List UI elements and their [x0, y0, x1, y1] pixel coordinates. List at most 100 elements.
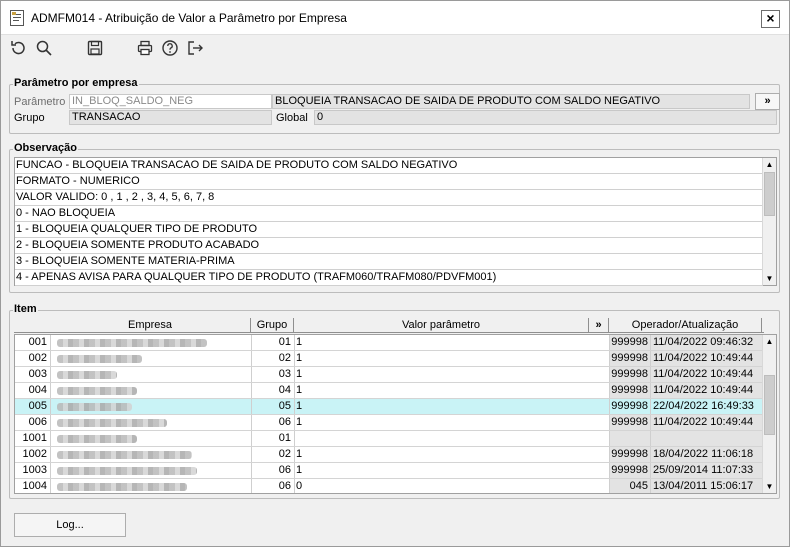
- document-icon: [10, 10, 24, 26]
- cell-operador: 999998: [610, 335, 651, 350]
- undo-icon[interactable]: [9, 39, 27, 57]
- table-row[interactable]: 003 03 1 999998 11/04/2022 10:49:44: [15, 367, 763, 383]
- table-row[interactable]: 1004 06 0 045 13/04/2011 15:06:17: [15, 479, 763, 493]
- search-icon[interactable]: [35, 39, 53, 57]
- cell-grupo: 06: [252, 415, 295, 430]
- table-row[interactable]: 1003 06 1 999998 25/09/2014 11:07:33: [15, 463, 763, 479]
- table-row[interactable]: 006 06 1 999998 11/04/2022 10:49:44: [15, 415, 763, 431]
- scroll-up-icon[interactable]: ▲: [763, 335, 776, 348]
- cell-operador: 999998: [610, 463, 651, 478]
- grupo-field: TRANSACAO: [69, 110, 272, 125]
- cell-data: 11/04/2022 10:49:44: [651, 367, 763, 382]
- column-operador[interactable]: Operador/Atualização: [609, 318, 762, 333]
- observacao-line: FUNCAO - BLOQUEIA TRANSACAO DE SAIDA DE …: [15, 158, 763, 174]
- save-icon[interactable]: [86, 39, 104, 57]
- print-icon[interactable]: [136, 39, 154, 57]
- grupo-label: Grupo: [14, 112, 45, 124]
- log-button[interactable]: Log...: [14, 513, 126, 537]
- observacao-line: 2 - BLOQUEIA SOMENTE PRODUTO ACABADO: [15, 238, 763, 254]
- observacao-legend: Observação: [13, 142, 78, 154]
- cell-operador: 999998: [610, 415, 651, 430]
- cell-code: 001: [15, 335, 51, 350]
- table-row[interactable]: 004 04 1 999998 11/04/2022 10:49:44: [15, 383, 763, 399]
- cell-operador: 999998: [610, 383, 651, 398]
- cell-code: 005: [15, 399, 51, 414]
- cell-grupo: 06: [252, 479, 295, 493]
- cell-data: 13/04/2011 15:06:17: [651, 479, 763, 493]
- cell-data: 11/04/2022 10:49:44: [651, 383, 763, 398]
- cell-operador: 045: [610, 479, 651, 493]
- global-label: Global: [276, 112, 308, 124]
- cell-valor[interactable]: 1: [295, 367, 610, 382]
- cell-data: 25/09/2014 11:07:33: [651, 463, 763, 478]
- cell-code: 1002: [15, 447, 51, 462]
- table-row-selected[interactable]: 005 05 1 999998 22/04/2022 16:49:33: [15, 399, 763, 415]
- grid-header: Empresa Grupo Valor parâmetro » Operador…: [14, 318, 764, 333]
- scroll-down-icon[interactable]: ▼: [763, 272, 776, 285]
- table-row[interactable]: 002 02 1 999998 11/04/2022 10:49:44: [15, 351, 763, 367]
- observacao-line: 3 - BLOQUEIA SOMENTE MATERIA-PRIMA: [15, 254, 763, 270]
- cell-empresa-redacted: [51, 335, 252, 350]
- cell-valor[interactable]: 1: [295, 415, 610, 430]
- cell-valor[interactable]: 1: [295, 351, 610, 366]
- cell-code: 004: [15, 383, 51, 398]
- parametro-more-button[interactable]: »: [755, 93, 780, 110]
- cell-data: [651, 431, 763, 446]
- exit-icon[interactable]: [186, 39, 204, 57]
- cell-operador: 999998: [610, 399, 651, 414]
- cell-data: 18/04/2022 11:06:18: [651, 447, 763, 462]
- cell-operador: 999998: [610, 351, 651, 366]
- cell-valor[interactable]: 1: [295, 447, 610, 462]
- observacao-line: 4 - APENAS AVISA PARA QUALQUER TIPO DE P…: [15, 270, 763, 286]
- cell-empresa-redacted: [51, 367, 252, 382]
- main-window: ADMFM014 - Atribuição de Valor a Parâmet…: [0, 0, 790, 547]
- item-scrollbar[interactable]: ▲ ▼: [762, 335, 776, 493]
- cell-operador: [610, 431, 651, 446]
- cell-code: 1003: [15, 463, 51, 478]
- scroll-down-icon[interactable]: ▼: [763, 480, 776, 493]
- scroll-up-icon[interactable]: ▲: [763, 158, 776, 171]
- cell-data: 11/04/2022 09:46:32: [651, 335, 763, 350]
- cell-valor[interactable]: 1: [295, 463, 610, 478]
- cell-operador: 999998: [610, 447, 651, 462]
- table-row[interactable]: 1001 01: [15, 431, 763, 447]
- cell-grupo: 01: [252, 431, 295, 446]
- cell-empresa-redacted: [51, 447, 252, 462]
- column-valor[interactable]: Valor parâmetro: [294, 318, 589, 333]
- cell-valor[interactable]: 1: [295, 383, 610, 398]
- cell-valor[interactable]: 0: [295, 479, 610, 493]
- cell-grupo: 06: [252, 463, 295, 478]
- observacao-scrollbar[interactable]: ▲ ▼: [762, 158, 776, 285]
- cell-grupo: 03: [252, 367, 295, 382]
- table-row[interactable]: 1002 02 1 999998 18/04/2022 11:06:18: [15, 447, 763, 463]
- parametro-field[interactable]: IN_BLOQ_SALDO_NEG: [69, 94, 272, 109]
- column-more-button[interactable]: »: [589, 318, 609, 333]
- observacao-line: 1 - BLOQUEIA QUALQUER TIPO DE PRODUTO: [15, 222, 763, 238]
- column-grupo[interactable]: Grupo: [251, 318, 294, 333]
- parametro-description-field: BLOQUEIA TRANSACAO DE SAIDA DE PRODUTO C…: [272, 94, 750, 109]
- column-empresa[interactable]: Empresa: [50, 318, 251, 333]
- cell-valor[interactable]: 1: [295, 399, 610, 414]
- cell-code: 002: [15, 351, 51, 366]
- table-row[interactable]: 001 01 1 999998 11/04/2022 09:46:32: [15, 335, 763, 351]
- cell-valor[interactable]: 1: [295, 335, 610, 350]
- scroll-thumb[interactable]: [764, 172, 775, 216]
- parametro-legend: Parâmetro por empresa: [13, 77, 139, 89]
- cell-empresa-redacted: [51, 479, 252, 493]
- observacao-line: FORMATO - NUMERICO: [15, 174, 763, 190]
- scroll-thumb[interactable]: [764, 375, 775, 435]
- cell-code: 003: [15, 367, 51, 382]
- global-field: 0: [314, 110, 777, 125]
- cell-code: 006: [15, 415, 51, 430]
- item-grid: 001 01 1 999998 11/04/2022 09:46:32 002 …: [14, 334, 777, 494]
- observacao-textarea[interactable]: FUNCAO - BLOQUEIA TRANSACAO DE SAIDA DE …: [14, 157, 777, 286]
- cell-empresa-redacted: [51, 383, 252, 398]
- toolbar: [1, 36, 789, 62]
- cell-grupo: 02: [252, 351, 295, 366]
- cell-data: 22/04/2022 16:49:33: [651, 399, 763, 414]
- close-button[interactable]: ×: [761, 10, 780, 28]
- parametro-group: Parâmetro por empresa Parâmetro IN_BLOQ_…: [9, 77, 780, 134]
- cell-data: 11/04/2022 10:49:44: [651, 415, 763, 430]
- help-icon[interactable]: [161, 39, 179, 57]
- cell-valor[interactable]: [295, 431, 610, 446]
